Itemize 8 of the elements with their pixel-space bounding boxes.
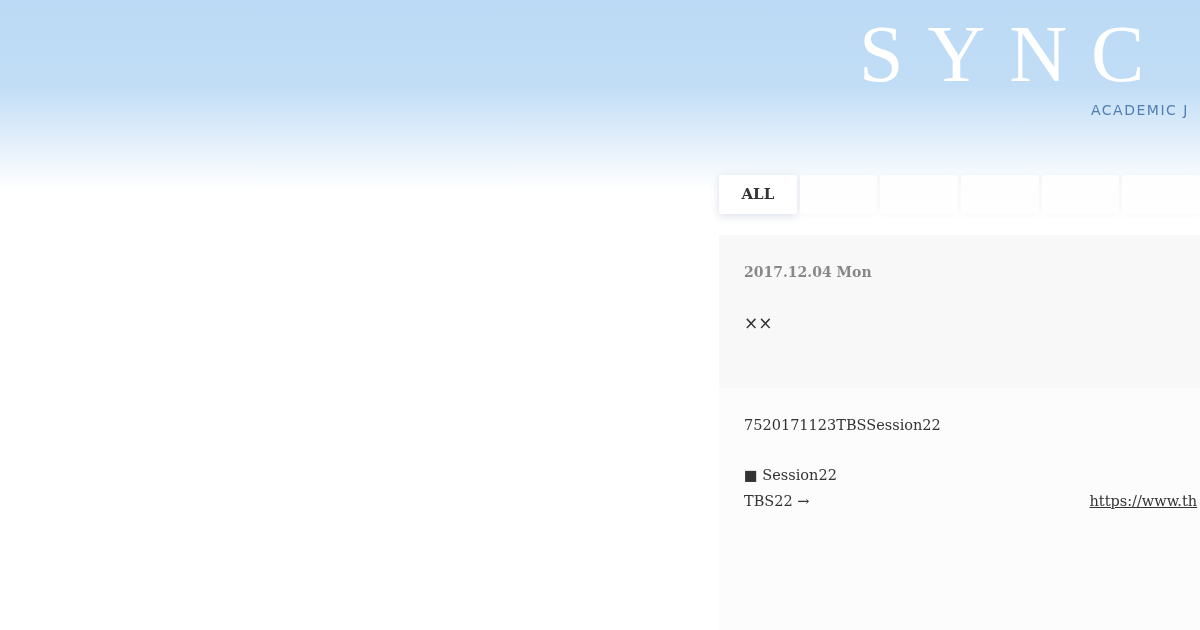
section-heading: ■ Session22 [744,465,838,485]
body-text: TBS22 → [744,491,810,511]
category-tab[interactable]: ALL [719,175,797,214]
post-date: 2017.12.04 Mon [744,263,873,282]
body-text: 7520171123TBSSession22 [744,416,942,435]
site-tagline: ACADEMIC J [1091,101,1190,120]
url-link[interactable]: https://www.th [1089,490,1198,513]
post-title: ×× [744,312,774,335]
